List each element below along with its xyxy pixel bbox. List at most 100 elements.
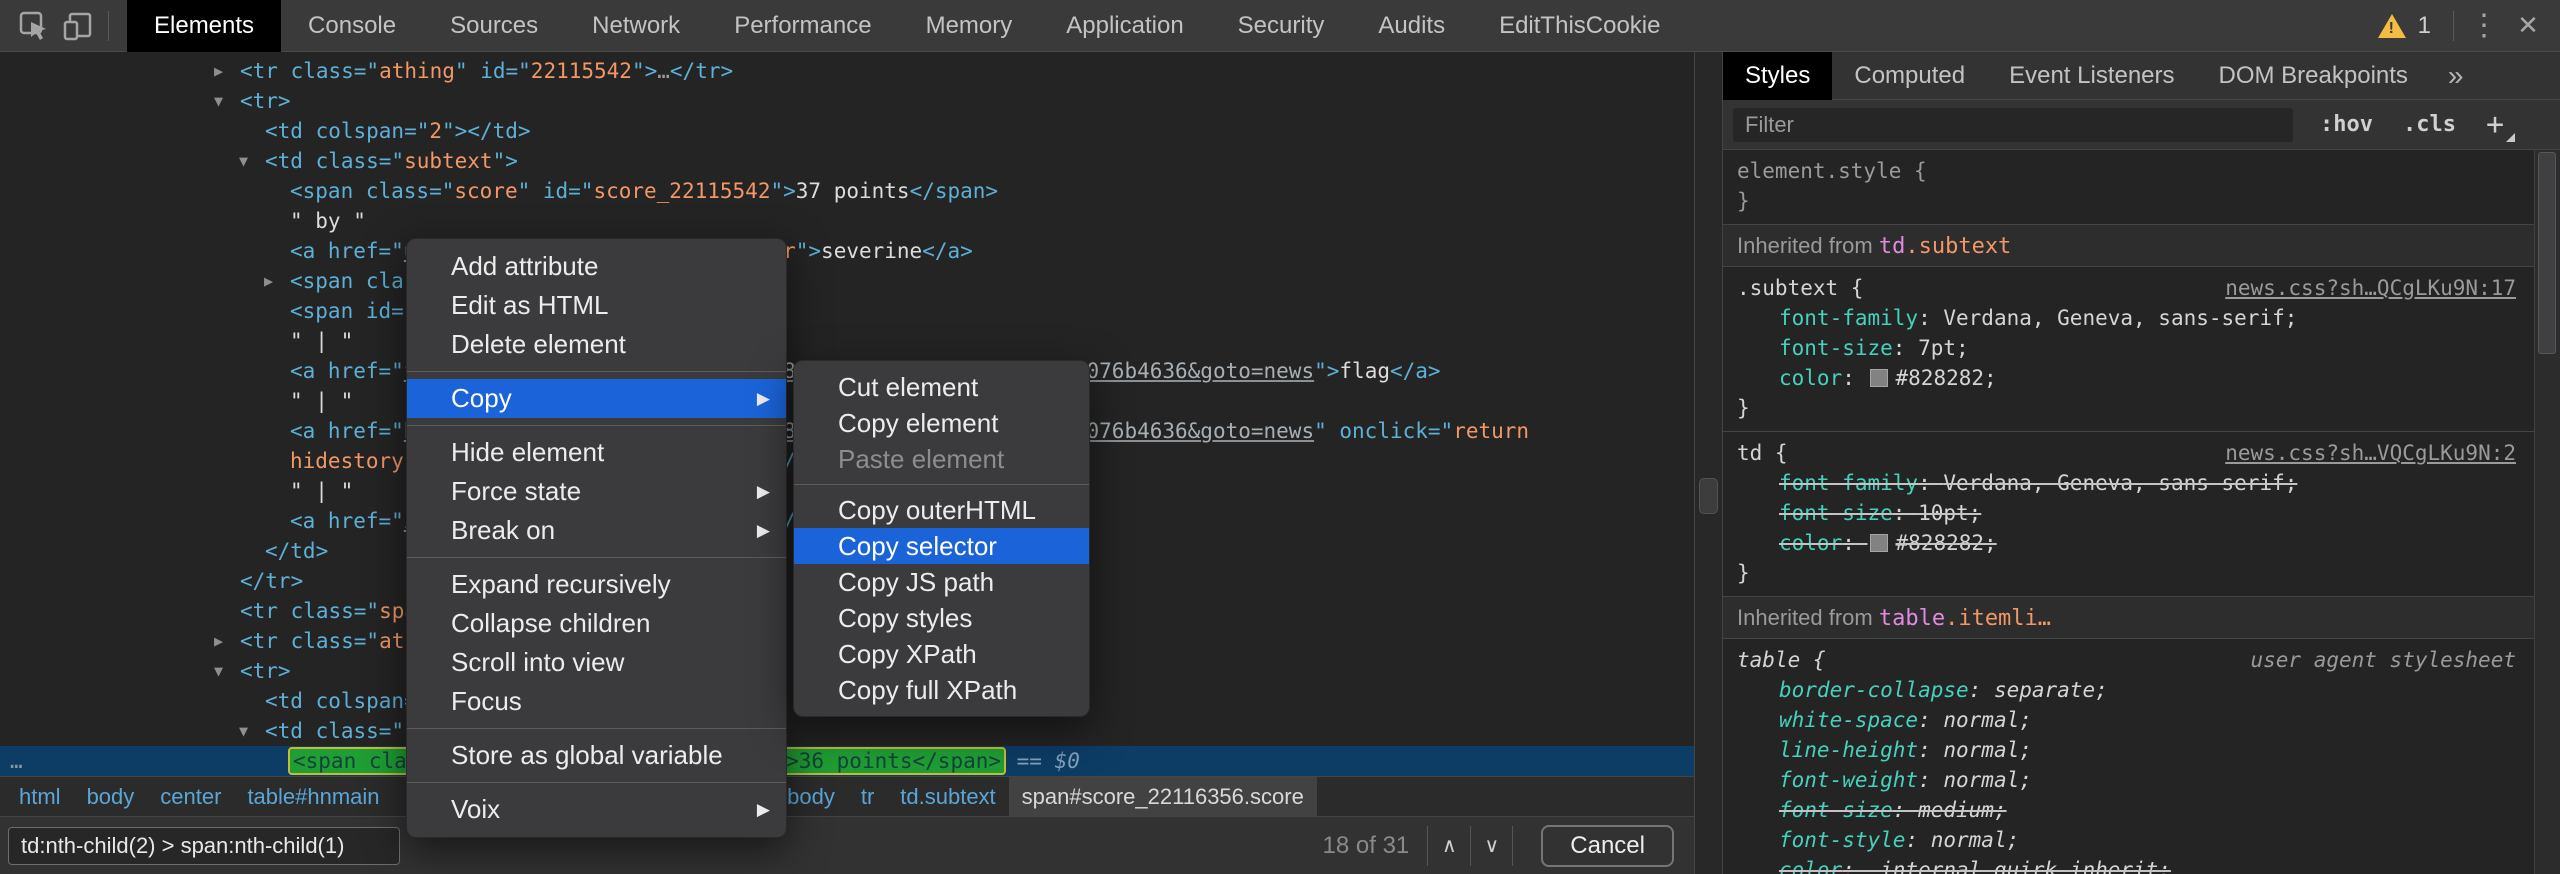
kebab-menu-icon[interactable]: ⋮	[2462, 0, 2506, 52]
breadcrumb-item-span-score-22116356-score[interactable]: span#score_22116356.score	[1008, 777, 1317, 816]
cancel-button[interactable]: Cancel	[1541, 824, 1674, 867]
menu-item-expand-recursively[interactable]: Expand recursively	[407, 565, 786, 604]
tab-memory[interactable]: Memory	[899, 0, 1040, 52]
menu-item-copy-element[interactable]: Copy element	[794, 405, 1089, 441]
twisty-collapsed-icon[interactable]: ▶	[214, 626, 223, 656]
code-line[interactable]: ▶<span class="age">…</span>	[0, 266, 1694, 296]
filter-input[interactable]	[1733, 107, 2293, 142]
breadcrumb-item-center[interactable]: center	[147, 777, 234, 816]
tab-computed[interactable]: Computed	[1832, 52, 1987, 100]
menu-item-store-as-global-variable[interactable]: Store as global variable	[407, 736, 786, 775]
breadcrumb-item-tr[interactable]: tr	[848, 777, 887, 816]
inherited-class[interactable]: .itemli…	[1945, 606, 2051, 631]
code-line[interactable]: …<span class="score" id="score_22116356"…	[0, 746, 1694, 776]
menu-item-focus[interactable]: Focus	[407, 682, 786, 721]
twisty-collapsed-icon[interactable]: ▶	[214, 56, 223, 86]
inherited-class[interactable]: .subtext	[1905, 234, 2011, 259]
device-toolbar-icon[interactable]	[56, 0, 100, 52]
scrollbar-thumb[interactable]	[1699, 478, 1718, 514]
css-property-font-size[interactable]: font-size: medium;	[1737, 795, 2520, 825]
menu-item-delete-element[interactable]: Delete element	[407, 325, 786, 364]
twisty-expanded-icon[interactable]: ▼	[239, 146, 248, 176]
toggle-element-state-button[interactable]: :hov	[2320, 112, 2373, 137]
tab-event-listeners[interactable]: Event Listeners	[1987, 52, 2196, 100]
css-property-line-height[interactable]: line-height: normal;	[1737, 735, 2520, 765]
code-line[interactable]: " | "	[0, 326, 1694, 356]
twisty-collapsed-icon[interactable]: ▶	[264, 266, 273, 296]
css-property-color[interactable]: color: #828282;	[1737, 528, 2520, 558]
tab-dom-breakpoints[interactable]: DOM Breakpoints	[2197, 52, 2430, 100]
tab-elements[interactable]: Elements	[127, 0, 282, 52]
menu-item-scroll-into-view[interactable]: Scroll into view	[407, 643, 786, 682]
breadcrumb-item-table-hnmain[interactable]: table#hnmain	[234, 777, 392, 816]
breadcrumb-item-td-subtext[interactable]: td.subtext	[887, 777, 1008, 816]
menu-item-copy-js-path[interactable]: Copy JS path	[794, 564, 1089, 600]
more-tabs-icon[interactable]: »	[2448, 60, 2464, 92]
code-line[interactable]: <span class="score" id="score_22115542">…	[0, 176, 1694, 206]
menu-item-copy-xpath[interactable]: Copy XPath	[794, 636, 1089, 672]
tab-console[interactable]: Console	[281, 0, 423, 52]
code-line[interactable]: ▼ <tr>	[0, 86, 1694, 116]
close-icon[interactable]: ✕	[2506, 0, 2550, 52]
tab-sources[interactable]: Sources	[423, 0, 565, 52]
inherited-tag[interactable]: td	[1879, 234, 1906, 259]
twisty-expanded-icon[interactable]: ▼	[214, 656, 223, 686]
styles-scrollbar[interactable]	[2534, 150, 2560, 874]
twisty-expanded-icon[interactable]: ▼	[239, 716, 248, 746]
previous-match-button[interactable]: ∧	[1428, 826, 1470, 866]
color-swatch[interactable]	[1869, 369, 1888, 387]
menu-item-copy-outerhtml[interactable]: Copy outerHTML	[794, 492, 1089, 528]
scrollbar-thumb[interactable]	[2538, 152, 2556, 354]
css-property-font-family[interactable]: font-family: Verdana, Geneva, sans-serif…	[1737, 468, 2520, 498]
code-line[interactable]: ▼<td class="subtext">	[0, 716, 1694, 746]
menu-item-copy-selector[interactable]: Copy selector	[794, 528, 1089, 564]
search-input[interactable]	[8, 827, 400, 865]
new-style-rule-button[interactable]: +	[2486, 107, 2516, 142]
code-line[interactable]: <td colspan="2"></td>	[0, 116, 1694, 146]
menu-item-hide-element[interactable]: Hide element	[407, 433, 786, 472]
breadcrumb-item-html[interactable]: html	[6, 777, 74, 816]
css-property-color[interactable]: color: -internal-quirk-inherit;	[1737, 855, 2520, 874]
menu-item-force-state[interactable]: Force state ▶	[407, 472, 786, 511]
tab-audits[interactable]: Audits	[1351, 0, 1472, 52]
color-swatch[interactable]	[1869, 534, 1888, 552]
stylesheet-source-link[interactable]: news.css?sh…VQCgLKu9N:2	[2225, 438, 2516, 468]
inspect-element-icon[interactable]	[12, 0, 56, 52]
menu-item-edit-as-html[interactable]: Edit as HTML	[407, 286, 786, 325]
breadcrumb-item-body[interactable]: body	[74, 777, 148, 816]
code-line[interactable]: " by "	[0, 206, 1694, 236]
tab-performance[interactable]: Performance	[707, 0, 898, 52]
code-line[interactable]: ▶ <tr class="athing" id="22115542">…</tr>	[0, 56, 1694, 86]
menu-item-copy[interactable]: Copy ▶	[407, 379, 786, 418]
element-classes-button[interactable]: .cls	[2403, 112, 2456, 137]
menu-item-collapse-children[interactable]: Collapse children	[407, 604, 786, 643]
css-property-color[interactable]: color: #828282;	[1737, 363, 2520, 393]
menu-item-break-on[interactable]: Break on ▶	[407, 511, 786, 550]
tab-editthiscookie[interactable]: EditThisCookie	[1472, 0, 1687, 52]
css-property-font-style[interactable]: font-style: normal;	[1737, 825, 2520, 855]
menu-item-voix[interactable]: Voix ▶	[407, 790, 786, 829]
code-line[interactable]: <a href="user?id=severine" class="hnuser…	[0, 236, 1694, 266]
inherited-tag[interactable]: table	[1879, 606, 1945, 631]
twisty-expanded-icon[interactable]: ▼	[214, 86, 223, 116]
css-property-border-collapse[interactable]: border-collapse: separate;	[1737, 675, 2520, 705]
menu-item-copy-styles[interactable]: Copy styles	[794, 600, 1089, 636]
elements-scrollbar[interactable]	[1694, 52, 1722, 874]
code-line[interactable]: ▼<td class="subtext">	[0, 146, 1694, 176]
css-property-font-weight[interactable]: font-weight: normal;	[1737, 765, 2520, 795]
tab-security[interactable]: Security	[1211, 0, 1352, 52]
css-property-font-family[interactable]: font-family: Verdana, Geneva, sans-serif…	[1737, 303, 2520, 333]
css-property-font-size[interactable]: font-size: 10pt;	[1737, 498, 2520, 528]
css-property-white-space[interactable]: white-space: normal;	[1737, 705, 2520, 735]
menu-item-copy-full-xpath[interactable]: Copy full XPath	[794, 672, 1089, 708]
code-line[interactable]: <span id="unv_22116356"></span>	[0, 296, 1694, 326]
tab-network[interactable]: Network	[565, 0, 707, 52]
stylesheet-source-link[interactable]: news.css?sh…QCgLKu9N:17	[2225, 273, 2516, 303]
tab-styles[interactable]: Styles	[1723, 51, 1833, 100]
rule-selector[interactable]: element.style {	[1737, 156, 2520, 186]
menu-item-add-attribute[interactable]: Add attribute	[407, 247, 786, 286]
console-warning-counter[interactable]: ! 1	[2377, 12, 2431, 40]
next-match-button[interactable]: ∨	[1470, 825, 1512, 866]
tab-application[interactable]: Application	[1039, 0, 1210, 52]
css-property-font-size[interactable]: font-size: 7pt;	[1737, 333, 2520, 363]
